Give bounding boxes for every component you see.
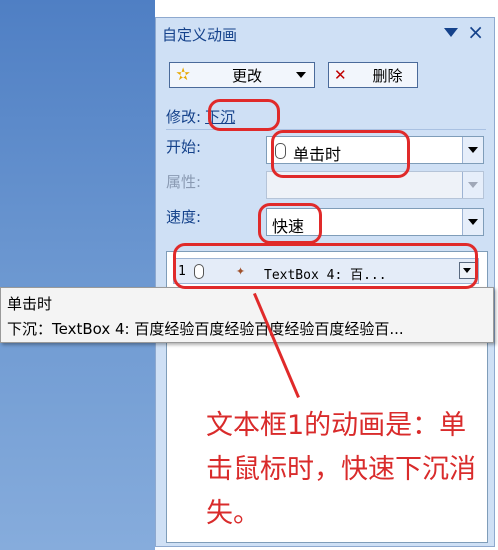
highlight-speed [258, 203, 322, 244]
highlight-list-item [173, 243, 478, 289]
delete-x-icon: ✕ [334, 66, 347, 84]
star-icon: ✫ [176, 65, 191, 85]
change-button[interactable]: ✫ 更改 [169, 62, 315, 88]
speed-label: 速度: [166, 208, 202, 226]
chevron-down-icon [468, 182, 478, 188]
chevron-down-icon [468, 147, 478, 153]
speed-select-dropdown[interactable] [462, 209, 483, 235]
start-select-dropdown[interactable] [462, 137, 483, 163]
delete-button[interactable]: ✕ 删除 [328, 62, 418, 88]
property-select-dropdown [462, 172, 483, 198]
change-button-label: 更改 [231, 66, 262, 85]
pane-title: 自定义动画 [162, 26, 238, 44]
highlight-start [271, 130, 410, 178]
modify-label: 修改: [166, 108, 202, 126]
delete-button-label: 删除 [372, 66, 403, 85]
start-label: 开始: [166, 138, 202, 156]
close-icon[interactable]: × [467, 22, 484, 42]
highlight-modify [208, 99, 280, 131]
chevron-down-icon [296, 72, 306, 78]
tooltip-line2: 下沉：TextBox 4: 百度经验百度经验百度经验百度经验百... [7, 320, 404, 338]
annotation-text: 文本框1的动画是：单击鼠标时，快速下沉消失。 [206, 410, 476, 529]
tooltip-line1: 单击时 [7, 295, 53, 313]
dropdown-triangle-icon[interactable] [444, 28, 458, 37]
tooltip: 单击时 下沉：TextBox 4: 百度经验百度经验百度经验百度经验百... [0, 287, 494, 343]
property-label: 属性: [166, 173, 202, 191]
chevron-down-icon [468, 219, 478, 225]
slide-area-background [0, 0, 155, 550]
